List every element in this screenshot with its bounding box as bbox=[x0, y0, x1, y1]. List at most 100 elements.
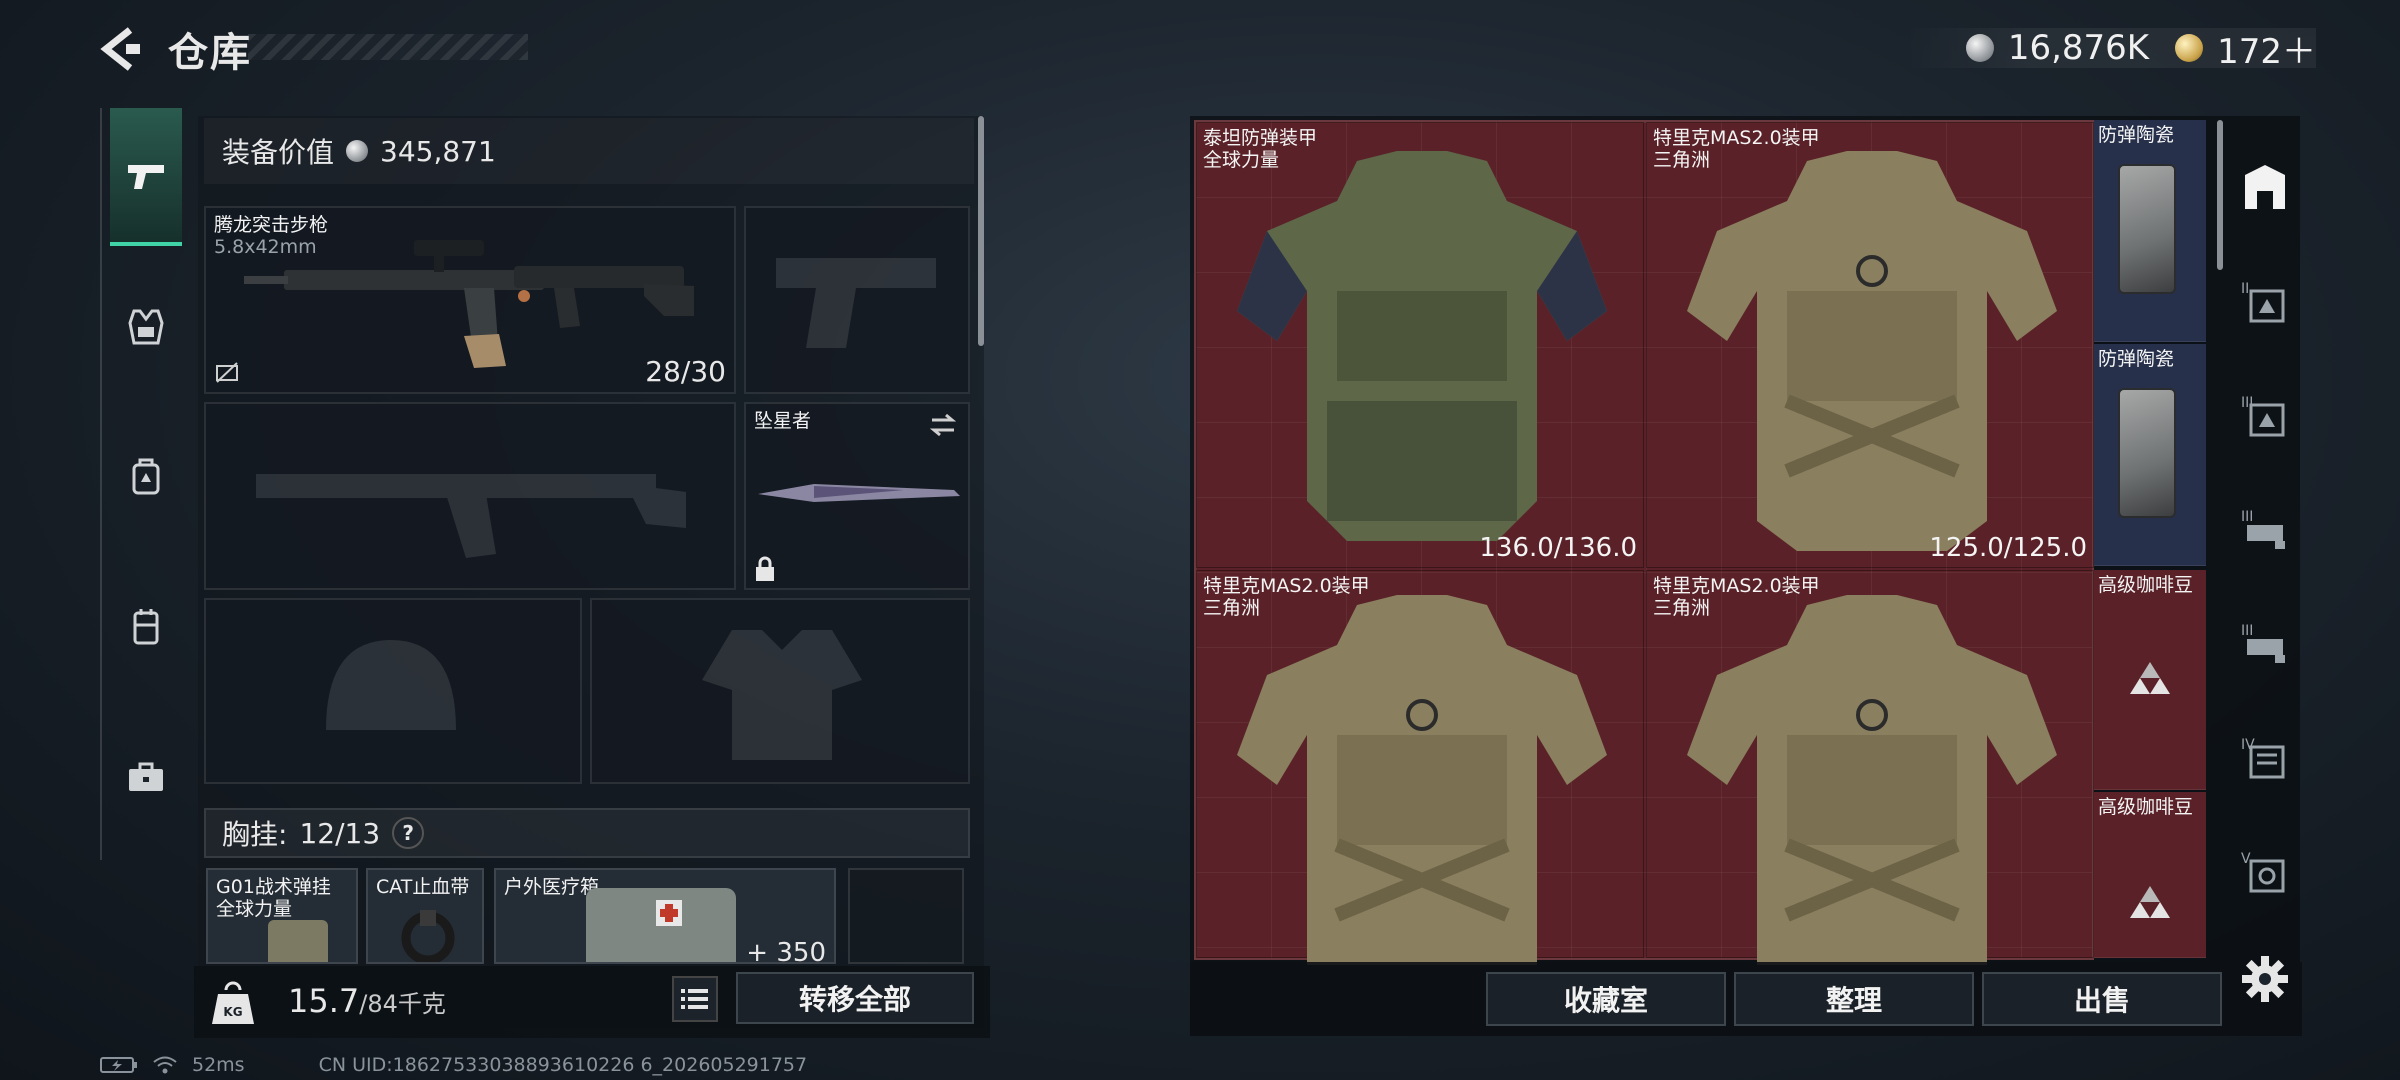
stash-tab-rail: II III III III IV V bbox=[2226, 132, 2304, 972]
svg-text:KG: KG bbox=[223, 1005, 242, 1019]
rig-item-name: G01战术弹挂 bbox=[216, 876, 331, 898]
home-stash-icon bbox=[2245, 165, 2285, 209]
weight-icon: KG bbox=[212, 981, 254, 1024]
category-armor[interactable] bbox=[110, 258, 182, 396]
secondary-weapon-slot[interactable] bbox=[204, 402, 736, 590]
chest-rig-bar: 胸挂: 12/13 ? bbox=[204, 808, 970, 858]
currency-primary: 16,876K bbox=[2007, 28, 2150, 68]
stash-scrollbar[interactable] bbox=[2217, 120, 2223, 270]
stash-tab-ii[interactable]: II bbox=[2226, 246, 2304, 356]
stash-item-trik-mas-armor[interactable]: 特里克MAS2.0装甲 三角洲 125.0/125.0 bbox=[1646, 122, 2094, 568]
armor-slot[interactable] bbox=[590, 598, 970, 784]
item-name: 高级咖啡豆 bbox=[2098, 574, 2194, 596]
left-category-rail bbox=[100, 108, 190, 860]
item-name: 防弹陶瓷 bbox=[2098, 124, 2175, 146]
help-button[interactable]: ? bbox=[392, 817, 425, 849]
equipment-value-label: 装备价值 bbox=[222, 136, 335, 169]
stash-tab-v-icon: V bbox=[2241, 851, 2285, 893]
rig-item-g01[interactable]: G01战术弹挂 全球力量 bbox=[206, 868, 358, 964]
uid-text: CN UID:18627533038893610226 6_2026052917… bbox=[318, 1054, 808, 1076]
primary-weapon-slot[interactable]: 腾龙突击步枪 5.8x42mm 28/30 bbox=[204, 206, 736, 394]
stash-tab-iii-b-icon: III bbox=[2241, 509, 2285, 549]
chest-rig-image bbox=[268, 920, 328, 962]
stash-tab-iv[interactable]: IV bbox=[2226, 702, 2304, 812]
pistol-icon bbox=[128, 165, 164, 189]
transfer-all-button[interactable]: 转移全部 bbox=[736, 972, 974, 1024]
pistol-silhouette-icon bbox=[776, 258, 936, 348]
wifi-icon bbox=[153, 1056, 177, 1074]
silver-coin-icon bbox=[1965, 34, 1994, 62]
stash-item-titan-armor[interactable]: 泰坦防弹装甲 全球力量 136.0/136.0 bbox=[1196, 122, 1644, 568]
ceramic-plate-image bbox=[2118, 388, 2176, 518]
svg-text:III: III bbox=[2241, 509, 2253, 525]
trik-armor-image bbox=[1687, 151, 2057, 551]
list-view-button[interactable] bbox=[672, 976, 718, 1022]
armor-silhouette-icon bbox=[702, 630, 862, 760]
tourniquet-image bbox=[401, 910, 455, 962]
back-arrow-icon[interactable] bbox=[96, 24, 146, 74]
svg-text:II: II bbox=[2241, 281, 2249, 297]
category-chest-rig[interactable] bbox=[110, 558, 182, 696]
category-weapons[interactable] bbox=[110, 108, 182, 246]
stash-tab-iii[interactable]: III bbox=[2226, 360, 2304, 470]
helmet-silhouette-icon bbox=[326, 640, 456, 730]
item-name: 高级咖啡豆 bbox=[2098, 796, 2194, 818]
medkit-image bbox=[586, 888, 736, 962]
page-title: 仓库 bbox=[168, 30, 252, 76]
coffee-beans-image bbox=[2130, 662, 2170, 694]
loadout-scrollbar[interactable] bbox=[978, 116, 984, 346]
stash-tab-iii-c-icon: III bbox=[2241, 623, 2285, 663]
gold-coin-icon bbox=[2175, 34, 2204, 62]
title-stripe bbox=[248, 34, 528, 60]
armor-vest-icon bbox=[128, 309, 164, 345]
rig-item-cat-tourniquet[interactable]: CAT止血带 bbox=[366, 868, 484, 964]
helmet-slot[interactable] bbox=[204, 598, 582, 784]
collection-room-button[interactable]: 收藏室 bbox=[1486, 972, 1726, 1026]
lock-icon bbox=[756, 556, 774, 581]
category-backpack[interactable] bbox=[110, 408, 182, 546]
item-durability: 136.0/136.0 bbox=[1479, 533, 1637, 563]
melee-name: 坠星者 bbox=[754, 410, 812, 432]
no-insurance-icon bbox=[216, 362, 238, 383]
swap-icon[interactable] bbox=[928, 412, 958, 438]
trik-armor-image bbox=[1687, 595, 2057, 965]
pistol-slot[interactable] bbox=[744, 206, 970, 394]
rig-item-medkit[interactable]: 户外医疗箱 + 350 bbox=[494, 868, 836, 964]
chest-rig-label: 胸挂: bbox=[222, 818, 288, 851]
weight-max: /84千克 bbox=[359, 990, 446, 1018]
item-durability: 125.0/125.0 bbox=[1929, 533, 2087, 563]
rig-empty-slot[interactable] bbox=[848, 868, 964, 964]
battery-icon bbox=[100, 1057, 137, 1073]
category-toolbox[interactable] bbox=[110, 708, 182, 846]
sell-button[interactable]: 出售 bbox=[1982, 972, 2222, 1026]
medkit-count: 350 bbox=[776, 938, 826, 964]
chest-rig-capacity: 12/13 bbox=[299, 816, 381, 850]
weapon-ammo-count: 28/30 bbox=[645, 355, 726, 388]
stash-tab-iii-icon: III bbox=[2241, 395, 2285, 437]
stash-item-coffee-beans[interactable]: 高级咖啡豆 bbox=[2094, 792, 2206, 958]
stash-tab-v[interactable]: V bbox=[2226, 816, 2304, 926]
rig-item-name: CAT止血带 bbox=[376, 876, 470, 898]
knife-image bbox=[758, 484, 960, 502]
stash-item-ceramic-plate[interactable]: 防弹陶瓷 bbox=[2094, 344, 2206, 566]
weight-readout: 15.7/84千克 bbox=[288, 982, 446, 1020]
status-bar: 52ms CN UID:18627533038893610226 6_20260… bbox=[100, 1054, 807, 1076]
stash-item-trik-mas-armor[interactable]: 特里克MAS2.0装甲 三角洲 bbox=[1646, 570, 2094, 965]
trik-armor-image bbox=[1237, 595, 1607, 965]
silver-coin-icon bbox=[346, 140, 369, 162]
settings-gear-icon[interactable] bbox=[2240, 954, 2290, 1004]
organize-button[interactable]: 整理 bbox=[1734, 972, 1974, 1026]
titan-armor-image bbox=[1237, 151, 1607, 541]
stash-item-coffee-beans[interactable]: 高级咖啡豆 bbox=[2094, 570, 2206, 790]
stash-item-trik-mas-armor[interactable]: 特里克MAS2.0装甲 三角洲 bbox=[1196, 570, 1644, 965]
stash-tab-iii-c[interactable]: III bbox=[2226, 588, 2304, 698]
stash-tab-home[interactable] bbox=[2226, 132, 2304, 242]
toolbox-icon bbox=[129, 762, 163, 791]
melee-slot[interactable]: 坠星者 bbox=[744, 402, 970, 590]
rifle-silhouette-icon bbox=[256, 474, 686, 558]
stash-tab-iii-b[interactable]: III bbox=[2226, 474, 2304, 584]
ping-text: 52ms bbox=[192, 1054, 245, 1076]
stash-item-ceramic-plate[interactable]: 防弹陶瓷 bbox=[2094, 120, 2206, 342]
currency-secondary[interactable]: 172＋ bbox=[2217, 24, 2316, 73]
svg-text:III: III bbox=[2241, 623, 2253, 639]
